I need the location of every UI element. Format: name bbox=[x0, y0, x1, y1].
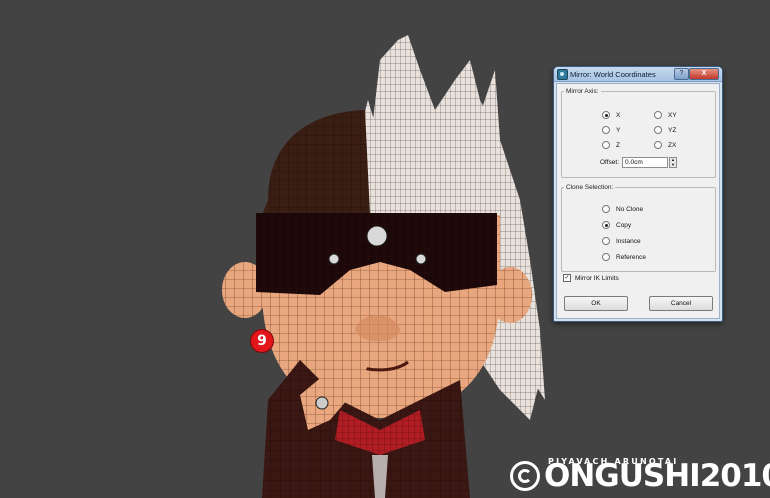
clone-option-instance[interactable]: Instance bbox=[602, 237, 641, 245]
clone-option-copy[interactable]: Copy bbox=[602, 221, 631, 229]
close-button[interactable]: X bbox=[689, 68, 719, 80]
radio-icon bbox=[602, 111, 610, 119]
offset-spinner[interactable]: ▲ ▼ bbox=[669, 157, 678, 168]
dialog-titlebar[interactable]: Mirror: World Coordinates ? X bbox=[554, 67, 722, 82]
axis-option-xy[interactable]: XY bbox=[654, 111, 677, 119]
offset-row: Offset: 0.0cm ▲ ▼ bbox=[600, 157, 678, 168]
radio-icon bbox=[602, 221, 610, 229]
radio-icon bbox=[602, 253, 610, 261]
mirror-axis-legend: Mirror Axis: bbox=[566, 88, 599, 95]
mirror-axis-group: Mirror Axis: X Y Z XY YZ ZX Offset: 0.0c… bbox=[561, 88, 716, 178]
ok-button[interactable]: OK bbox=[564, 296, 628, 311]
axis-option-z[interactable]: Z bbox=[602, 141, 620, 149]
axis-option-yz[interactable]: YZ bbox=[654, 126, 676, 134]
copyright-icon bbox=[510, 461, 540, 491]
axis-option-x[interactable]: X bbox=[602, 111, 620, 119]
dialog-body: Mirror Axis: X Y Z XY YZ ZX Offset: 0.0c… bbox=[556, 83, 720, 319]
radio-icon bbox=[602, 205, 610, 213]
app-icon bbox=[557, 69, 568, 80]
radio-icon bbox=[602, 126, 610, 134]
viewport-3d[interactable]: 9 Mirror: World Coordinates ? X Mirror A… bbox=[0, 0, 770, 498]
clone-option-reference[interactable]: Reference bbox=[602, 253, 646, 261]
axis-option-y[interactable]: Y bbox=[602, 126, 620, 134]
clone-selection-legend: Clone Selection: bbox=[566, 184, 614, 191]
mirror-dialog[interactable]: Mirror: World Coordinates ? X Mirror Axi… bbox=[553, 66, 723, 322]
cancel-button[interactable]: Cancel bbox=[649, 296, 713, 311]
radio-icon bbox=[654, 141, 662, 149]
clone-option-no-clone[interactable]: No Clone bbox=[602, 205, 643, 213]
watermark-logo: ONGUSHI2010 bbox=[510, 458, 770, 494]
dialog-title: Mirror: World Coordinates bbox=[570, 70, 656, 79]
step-number-badge: 9 bbox=[251, 330, 273, 352]
radio-icon bbox=[654, 111, 662, 119]
radio-icon bbox=[602, 141, 610, 149]
mirror-ik-limits-label: Mirror IK Limits bbox=[575, 274, 619, 282]
mirror-ik-limits-checkbox[interactable]: ✓ Mirror IK Limits bbox=[563, 274, 619, 282]
checkmark-icon: ✓ bbox=[563, 274, 571, 282]
radio-icon bbox=[602, 237, 610, 245]
clone-selection-group: Clone Selection: No Clone Copy Instance … bbox=[561, 184, 716, 272]
radio-icon bbox=[654, 126, 662, 134]
help-button[interactable]: ? bbox=[674, 68, 689, 80]
axis-option-zx[interactable]: ZX bbox=[654, 141, 676, 149]
logo-text: ONGUSHI2010 bbox=[544, 458, 770, 494]
offset-input[interactable]: 0.0cm bbox=[622, 157, 669, 168]
offset-label: Offset: bbox=[600, 159, 620, 166]
